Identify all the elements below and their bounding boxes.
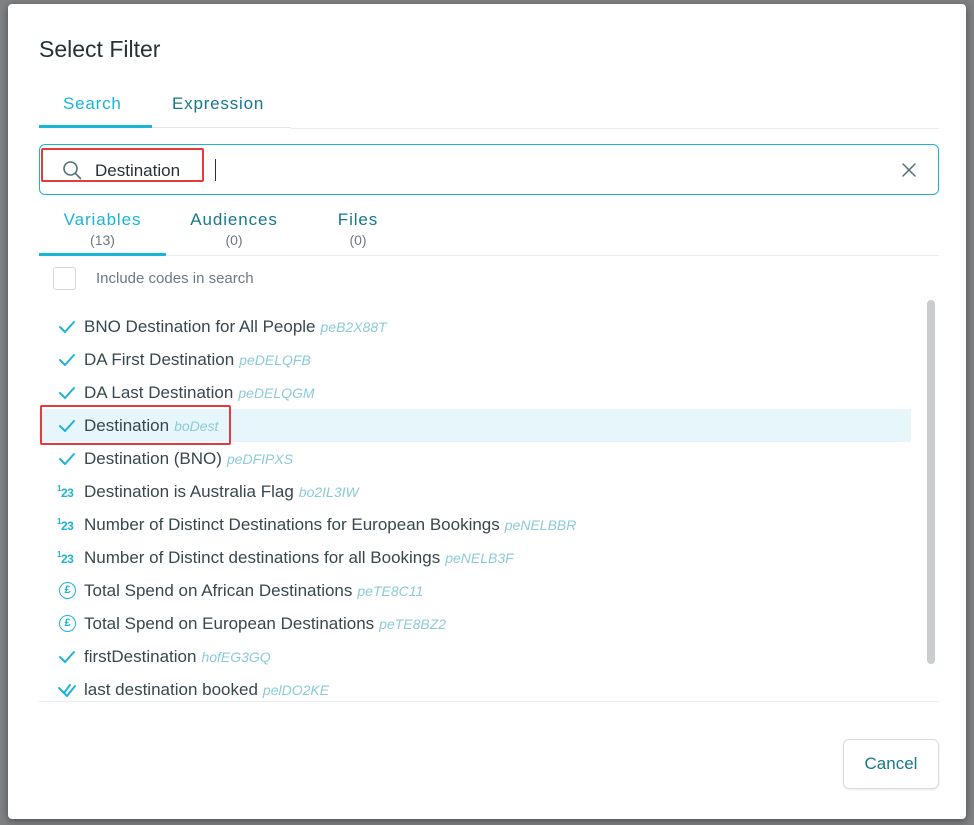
list-item-code: pelDO2KE xyxy=(262,682,330,698)
include-codes-checkbox[interactable] xyxy=(53,267,76,290)
list-item-name: Number of Distinct Destinations for Euro… xyxy=(84,515,577,534)
tab-variables-label: Variables xyxy=(63,210,142,229)
list-item[interactable]: £ Total Spend on European Destinations peT… xyxy=(39,607,911,640)
list-item[interactable]: DA Last Destination peDELQGM xyxy=(39,376,911,409)
tab-variables-count: (13) xyxy=(90,232,115,248)
tab-variables[interactable]: Variables (13) xyxy=(39,210,166,248)
list-item-name: Destination boDest xyxy=(84,416,219,435)
tab-search[interactable]: Search xyxy=(63,94,122,114)
double-check-icon xyxy=(57,681,77,699)
subtab-active-indicator xyxy=(39,253,166,256)
list-item-code: peDELQGM xyxy=(238,385,315,401)
cancel-button[interactable]: Cancel xyxy=(843,739,939,789)
list-item-name: Destination (BNO) peDFIPXS xyxy=(84,449,294,468)
tabs-divider xyxy=(291,128,939,129)
list-item-code: peNELB3F xyxy=(445,550,514,566)
tab-audiences-count: (0) xyxy=(225,232,243,248)
check-icon xyxy=(57,450,77,468)
list-item-code: peTE8C11 xyxy=(357,583,424,599)
search-input[interactable] xyxy=(95,159,855,183)
list-item[interactable]: 123 Destination is Australia Flag bo2IL3IW xyxy=(39,475,911,508)
list-item-name: firstDestination hofEG3GQ xyxy=(84,647,271,666)
list-item-name: last destination booked pelDO2KE xyxy=(84,680,330,699)
list-item[interactable]: last destination booked pelDO2KE xyxy=(39,673,911,700)
include-codes-label: Include codes in search xyxy=(96,270,254,287)
numeric-icon: 123 xyxy=(57,484,74,500)
list-item-name: BNO Destination for All People peB2X88T xyxy=(84,317,387,336)
check-icon xyxy=(57,417,77,435)
list-item-name: DA First Destination peDELQFB xyxy=(84,350,311,369)
list-item-code: bo2IL3IW xyxy=(298,484,359,500)
check-icon xyxy=(57,384,77,402)
tab-expression[interactable]: Expression xyxy=(172,94,264,114)
pound-icon: £ xyxy=(59,615,76,632)
list-item[interactable]: 123 Number of Distinct Destinations for E… xyxy=(39,508,911,541)
check-icon xyxy=(57,318,77,336)
list-item[interactable]: Destination boDest xyxy=(39,409,911,442)
list-item-name: DA Last Destination peDELQGM xyxy=(84,383,315,402)
numeric-icon: 123 xyxy=(57,550,74,566)
numeric-icon: 123 xyxy=(57,517,74,533)
search-icon xyxy=(63,161,82,180)
list-item-code: peDELQFB xyxy=(239,352,311,368)
list-item-name: Total Spend on African Destinations peTE8… xyxy=(84,581,424,600)
list-item-code: peDFIPXS xyxy=(226,451,294,467)
list-scrollbar[interactable] xyxy=(927,300,935,664)
result-type-tabs: Variables (13) Audiences (0) Files (0) xyxy=(39,204,939,256)
footer-divider xyxy=(39,701,939,702)
tab-active-indicator xyxy=(39,125,152,128)
search-box[interactable] xyxy=(39,144,939,195)
list-item[interactable]: BNO Destination for All People peB2X88T xyxy=(39,310,911,343)
text-caret xyxy=(215,159,216,181)
list-item-name: Number of Distinct destinations for all … xyxy=(84,548,514,567)
tab-audiences[interactable]: Audiences (0) xyxy=(179,210,289,248)
list-item-code: peB2X88T xyxy=(320,319,387,335)
dialog-title: Select Filter xyxy=(39,36,161,62)
list-item[interactable]: £ Total Spend on African Destinations peTE… xyxy=(39,574,911,607)
tab-files[interactable]: Files (0) xyxy=(305,210,411,248)
list-item[interactable]: DA First Destination peDELQFB xyxy=(39,343,911,376)
list-item-code: hofEG3GQ xyxy=(201,649,271,665)
tab-files-label: Files xyxy=(337,210,379,229)
list-item-code: peNELBBR xyxy=(504,517,577,533)
tab-files-count: (0) xyxy=(349,232,367,248)
list-item-code: boDest xyxy=(174,418,219,434)
tab-audiences-label: Audiences xyxy=(190,210,278,229)
list-item[interactable]: Destination (BNO) peDFIPXS xyxy=(39,442,911,475)
pound-icon: £ xyxy=(59,582,76,599)
variable-list: BNO Destination for All People peB2X88T DA… xyxy=(39,310,911,700)
check-icon xyxy=(57,351,77,369)
list-item[interactable]: firstDestination hofEG3GQ xyxy=(39,640,911,673)
select-filter-dialog: Select Filter Search Expression Variable… xyxy=(8,4,966,819)
list-item-code: peTE8BZ2 xyxy=(379,616,447,632)
list-item[interactable]: 123 Number of Distinct destinations for a… xyxy=(39,541,911,574)
main-tabs: Search Expression xyxy=(39,88,291,128)
close-icon[interactable] xyxy=(900,161,918,179)
list-item-name: Destination is Australia Flag bo2IL3IW xyxy=(84,482,359,501)
list-item-name: Total Spend on European Destinations peTE… xyxy=(84,614,447,633)
check-icon xyxy=(57,648,77,666)
